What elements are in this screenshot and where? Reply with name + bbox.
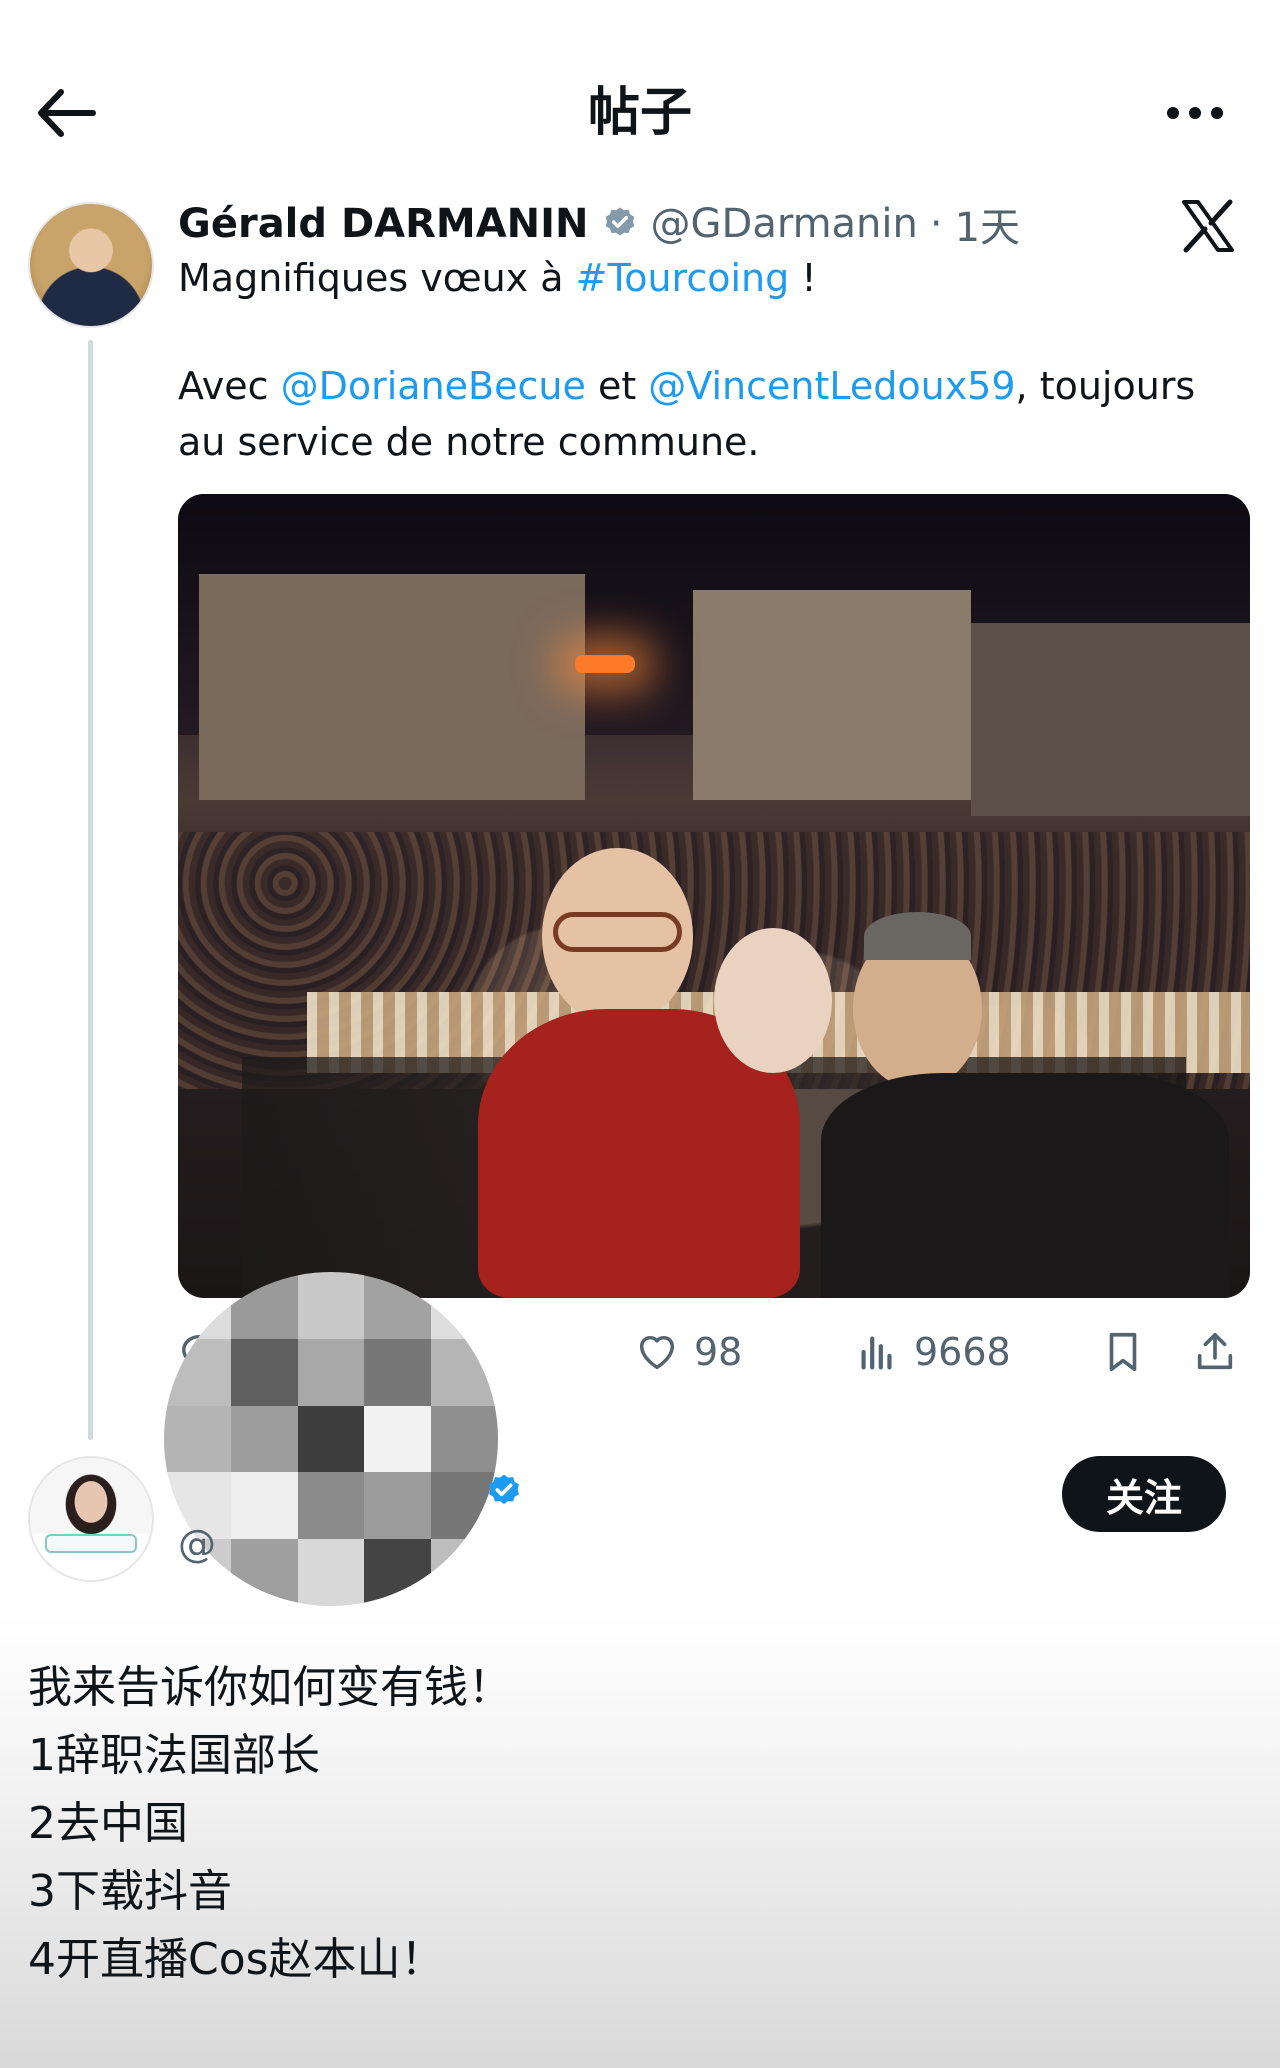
x-logo-icon[interactable] xyxy=(1178,196,1238,256)
follow-button[interactable]: 关注 xyxy=(1062,1456,1226,1532)
reply-line: 4开直播Cos赵本山！ xyxy=(28,1934,445,1985)
tweet-photo[interactable] xyxy=(178,494,1250,1298)
more-options-button[interactable] xyxy=(1150,78,1240,148)
share-icon xyxy=(1197,1332,1233,1370)
meta-separator: · xyxy=(929,201,943,247)
tweet-text-line1-end: ! xyxy=(789,256,817,300)
reply-line: 3下载抖音 xyxy=(28,1866,232,1917)
hashtag-link[interactable]: #Tourcoing xyxy=(576,256,790,300)
more-icon xyxy=(1167,107,1179,119)
more-icon-dot xyxy=(1211,107,1223,119)
share-button[interactable] xyxy=(1192,1322,1238,1382)
mention-link-vincent[interactable]: @VincentLedoux59 xyxy=(648,364,1015,408)
author-handle[interactable]: @GDarmanin xyxy=(651,201,918,247)
reply-line: 我来告诉你如何变有钱！ xyxy=(28,1662,512,1713)
views-count: 9668 xyxy=(914,1330,1011,1374)
views-icon xyxy=(861,1336,892,1370)
author-name[interactable]: Gérald DARMANIN xyxy=(178,201,589,247)
tweet-text-line2-mid: et xyxy=(585,364,649,408)
post-time: 1天 xyxy=(954,205,1021,251)
mention-link-doriane[interactable]: @DorianeBecue xyxy=(281,364,586,408)
reply-text: 我来告诉你如何变有钱！ 1辞职法国部长 2去中国 3下载抖音 4开直播Cos赵本… xyxy=(28,1654,1228,1994)
reply-line: 1辞职法国部长 xyxy=(28,1730,320,1781)
thread-line xyxy=(88,340,93,1440)
verified-badge-icon xyxy=(605,207,634,236)
like-button[interactable]: 98 xyxy=(634,1322,742,1382)
author-avatar[interactable] xyxy=(28,202,154,328)
reply-avatar[interactable] xyxy=(28,1456,154,1582)
like-icon xyxy=(639,1335,675,1370)
bookmark-button[interactable] xyxy=(1100,1322,1146,1382)
tweet-text: Magnifiques vœux à #Tourcoing ! Avec @Do… xyxy=(178,250,1238,470)
views-button[interactable]: 9668 xyxy=(854,1322,1011,1382)
page-title: 帖子 xyxy=(587,83,692,143)
like-count: 98 xyxy=(694,1330,743,1374)
bookmark-icon xyxy=(1109,1332,1137,1372)
tweet-text-line1: Magnifiques vœux à xyxy=(178,256,576,300)
reply-line: 2去中国 xyxy=(28,1798,188,1849)
author-row: Gérald DARMANIN @GDarmanin · 1天 xyxy=(178,196,1020,252)
more-icon-dot xyxy=(1189,107,1201,119)
tweet-text-line2: Avec xyxy=(178,364,281,408)
verified-badge-icon xyxy=(489,1474,519,1505)
reply-handle[interactable]: @ xyxy=(178,1522,216,1566)
